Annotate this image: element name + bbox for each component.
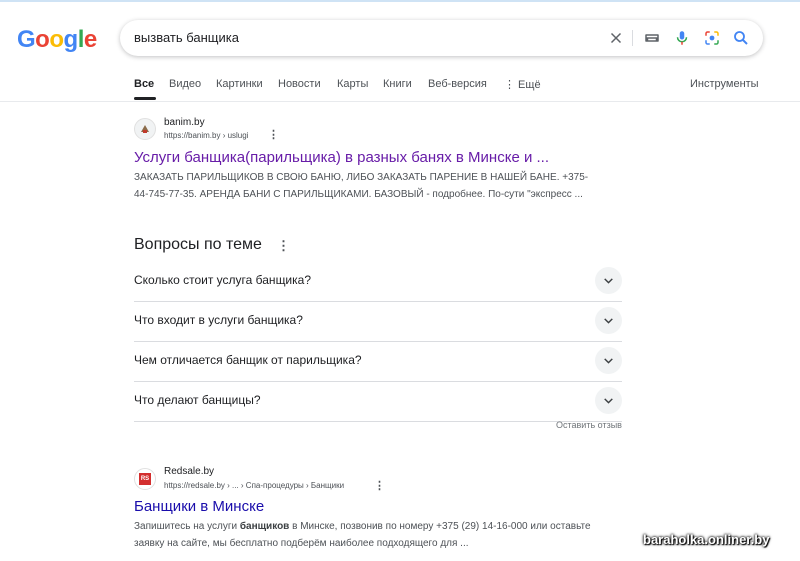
google-logo[interactable]: Google [17, 26, 97, 54]
snippet-line: заявку на сайте, мы бесплатно подберём н… [134, 538, 469, 549]
snippet-line: ЗАКАЗАТЬ ПАРИЛЬЩИКОВ В СВОЮ БАНЮ, ЛИБО З… [134, 172, 589, 183]
result-title-link[interactable]: Услуги банщика(парильщика) в разных баня… [134, 149, 549, 166]
watermark: baraholka.onliner.by [643, 532, 770, 547]
chevron-down-icon[interactable] [595, 387, 622, 414]
clear-icon[interactable] [607, 29, 625, 47]
more-options-icon[interactable]: ⋮ [374, 479, 385, 492]
logo-letter: G [17, 26, 36, 53]
keyboard-icon[interactable] [643, 29, 661, 47]
logo-letter: e [83, 26, 97, 53]
tab-web[interactable]: Веб-версия [428, 78, 487, 90]
banim-favicon-icon [134, 118, 156, 140]
logo-letter: o [35, 26, 50, 53]
paa-question-row[interactable]: Чем отличается банщик от парильщика? [134, 341, 622, 382]
chevron-down-icon[interactable] [595, 267, 622, 294]
tab-maps[interactable]: Карты [337, 78, 368, 90]
paa-question: Чем отличается банщик от парильщика? [134, 353, 362, 367]
search-divider [632, 30, 633, 46]
paa-question: Что входит в услуги банщика? [134, 313, 303, 327]
result-url[interactable]: https://banim.by › uslugi [164, 131, 248, 140]
tools-button[interactable]: Инструменты [690, 78, 759, 90]
snippet-text: Запишитесь на услуги [134, 521, 240, 532]
logo-letter: o [49, 26, 64, 53]
chevron-down-icon[interactable] [595, 347, 622, 374]
paa-heading: Вопросы по теме [134, 236, 262, 253]
search-box[interactable]: вызвать банщика [120, 20, 763, 56]
paa-question: Что делают банщицы? [134, 393, 261, 407]
logo-letter: g [63, 26, 79, 53]
header-divider [0, 101, 800, 102]
more-options-icon[interactable]: ⋮ [268, 128, 279, 141]
tab-news[interactable]: Новости [278, 78, 321, 90]
snippet-bold-term: банщиков [239, 521, 290, 532]
tab-images[interactable]: Картинки [216, 78, 263, 90]
result-site-name: banim.by [164, 117, 205, 128]
tab-all[interactable]: Все [134, 78, 154, 90]
paa-question-row[interactable]: Что делают банщицы? [134, 381, 622, 422]
top-border [0, 0, 800, 2]
microphone-icon[interactable] [673, 29, 691, 47]
feedback-link[interactable]: Оставить отзыв [556, 420, 622, 430]
paa-question-row[interactable]: Что входит в услуги банщика? [134, 301, 622, 342]
tab-video[interactable]: Видео [169, 78, 201, 90]
search-input[interactable]: вызвать банщика [134, 30, 239, 45]
result-url[interactable]: https://redsale.by › ... › Спа-процедуры… [164, 481, 344, 490]
tab-more[interactable]: ⋮ Ещё [504, 78, 541, 91]
snippet-text: в Минске, позвонив по номеру +375 (29) 1… [289, 521, 591, 532]
chevron-down-icon[interactable] [595, 307, 622, 334]
snippet-line: 44-745-77-35. АРЕНДА БАНИ С ПАРИЛЬЩИКАМИ… [134, 189, 583, 200]
redsale-favicon-icon: RS [134, 468, 156, 490]
tab-books[interactable]: Книги [383, 78, 412, 90]
result-site-name: Redsale.by [164, 466, 215, 477]
active-tab-indicator [134, 97, 156, 100]
result-title-link[interactable]: Банщики в Минске [134, 498, 264, 515]
search-icon[interactable] [732, 29, 750, 47]
result-snippet: ЗАКАЗАТЬ ПАРИЛЬЩИКОВ В СВОЮ БАНЮ, ЛИБО З… [134, 169, 588, 203]
lens-icon[interactable] [703, 29, 721, 47]
snippet-line: Запишитесь на услуги банщиков в Минске, … [134, 518, 591, 535]
paa-more-icon[interactable]: ⋮ [277, 238, 290, 254]
redsale-logo-text: RS [139, 473, 151, 485]
paa-question-row[interactable]: Сколько стоит услуга банщика? [134, 261, 622, 302]
paa-question: Сколько стоит услуга банщика? [134, 273, 311, 287]
result-snippet: Запишитесь на услуги банщиков в Минске, … [134, 518, 591, 552]
